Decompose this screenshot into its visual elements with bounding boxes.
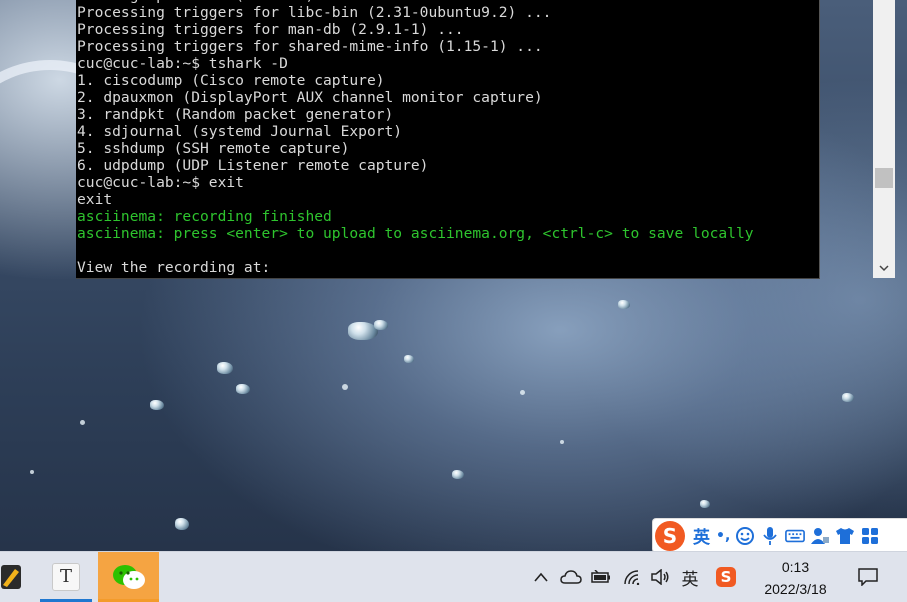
user-icon[interactable] [810,525,830,547]
wallpaper-rock [374,320,388,330]
shirt-icon[interactable] [835,525,855,547]
wallpaper-rock [618,300,630,309]
wechat-icon [112,565,145,589]
terminal-line: cuc@cuc-lab:~$ tshark -D [77,55,288,72]
show-hidden-icons-button[interactable] [530,564,552,590]
sogou-tray-button[interactable]: S [714,564,738,590]
wallpaper-glint [342,384,348,390]
yellow-app-icon [1,565,21,589]
chevron-up-icon [534,572,548,582]
wifi-icon [624,570,640,585]
terminal-line: 2. dpauxmon (DisplayPort AUX channel mon… [77,89,543,106]
terminal-line: 6. udpdump (UDP Listener remote capture) [77,157,429,174]
speaker-icon [651,569,669,585]
terminal-line: asciinema: recording finished [77,208,332,225]
terminal-line: cuc@cuc-lab:~$ exit [77,174,244,191]
terminal-line: 5. sshdump (SSH remote capture) [77,140,350,157]
terminal-line: View the recording at: [77,259,271,276]
scroll-down-button[interactable] [873,258,895,278]
grid-icon[interactable] [860,525,880,547]
wallpaper-glint [520,390,525,395]
wallpaper-rock [452,470,464,479]
wallpaper-glint [560,440,564,444]
action-center-button[interactable] [856,564,880,590]
clock-date: 2022/3/18 [764,581,827,597]
punctuation-toggle[interactable]: •, [716,528,730,544]
terminal-line: 4. sdjournal (systemd Journal Export) [77,123,403,140]
taskbar-app-yellow[interactable] [0,552,22,602]
taskbar-app-typora[interactable]: T [40,552,92,602]
keyboard-icon[interactable] [785,525,806,547]
wallpaper-glint [30,470,34,474]
taskbar-clock[interactable]: 0:13 2022/3/18 [748,552,843,602]
microphone-icon[interactable] [760,525,780,547]
notification-icon [858,568,878,586]
typora-icon: T [52,563,80,591]
sogou-logo-icon: S [716,567,736,587]
wallpaper-rock [700,500,710,508]
scrollbar-thumb[interactable] [875,168,893,188]
terminal-line: Processing triggers for shared-mime-info… [77,38,543,55]
taskbar-app-wechat[interactable] [98,552,159,602]
wallpaper-glint [80,420,85,425]
wallpaper-rock [175,518,189,530]
taskbar: T 英 S 0:13 2022/3/18 [0,551,907,602]
clock-time: 0:13 [781,559,810,575]
emoji-icon[interactable] [735,525,755,547]
terminal-scrollbar[interactable] [873,0,895,278]
wallpaper-rock [150,400,164,410]
onedrive-tray-button[interactable] [559,564,583,590]
ime-mode-tray-button[interactable]: 英 [678,564,702,590]
battery-plug-icon [591,570,610,583]
terminal-line: 3. randpkt (Random packet generator) [77,106,394,123]
cloud-icon [560,570,582,584]
battery-tray-button[interactable] [589,564,613,590]
wallpaper-rock [842,393,854,402]
terminal-output: Setting up tshark (3.2.3-1) ...Processin… [77,0,754,276]
wallpaper-rock [236,384,250,394]
network-tray-button[interactable] [620,564,644,590]
terminal-line: exit [77,191,113,208]
terminal-window[interactable]: Setting up tshark (3.2.3-1) ...Processin… [76,0,895,279]
terminal-line: 1. ciscodump (Cisco remote capture) [77,72,385,89]
terminal-line: Processing triggers for libc-bin (2.31-0… [77,4,552,21]
ime-mode-toggle[interactable]: 英 [693,523,710,548]
chevron-down-icon [879,265,889,272]
volume-tray-button[interactable] [648,564,672,590]
sogou-logo-icon[interactable]: S [655,520,685,551]
wallpaper-rock [217,362,233,374]
terminal-line: Processing triggers for man-db (2.9.1-1)… [77,21,464,38]
ime-toolbar[interactable]: S 英 •, [652,518,907,553]
wallpaper-rock [404,355,414,363]
terminal-line: asciinema: press <enter> to upload to as… [77,225,754,242]
